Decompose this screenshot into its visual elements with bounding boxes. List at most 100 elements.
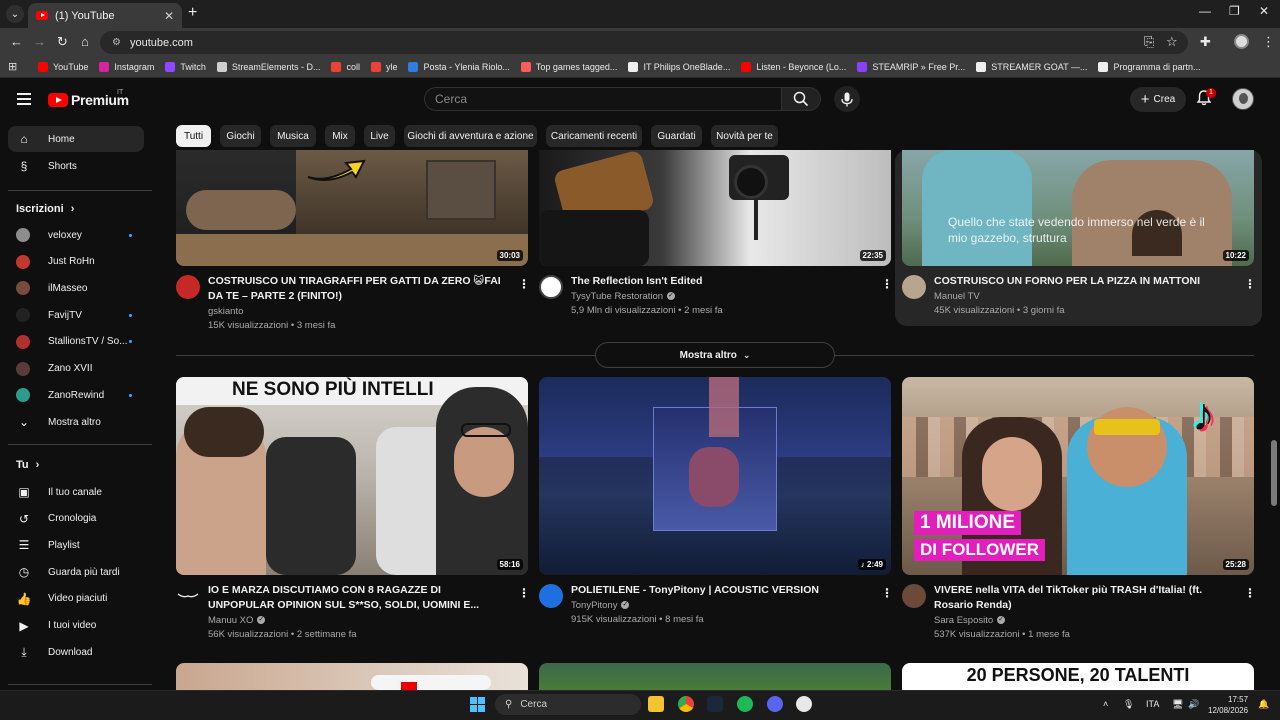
video-thumbnail[interactable]: ♪ 2:49 xyxy=(539,377,891,575)
channel-avatar[interactable] xyxy=(176,584,200,608)
video-title[interactable]: COSTRUISCO UN FORNO PER LA PIZZA IN MATT… xyxy=(934,274,1239,289)
language-indicator[interactable]: ITA xyxy=(1146,699,1159,709)
notification-center-icon[interactable]: 🔔 xyxy=(1258,699,1269,710)
bookmark-item[interactable]: StreamElements - D... xyxy=(216,61,320,72)
sidebar-item[interactable]: Just RoHn xyxy=(8,249,144,275)
tray-chevron-icon[interactable]: ˄ xyxy=(1103,699,1108,709)
show-more-button[interactable]: Mostra altro ⌄ xyxy=(595,342,835,368)
bookmark-item[interactable]: Programma di partn... xyxy=(1098,61,1201,72)
sidebar-item[interactable]: FavijTV xyxy=(8,302,144,328)
channel-name[interactable]: Manuu XO xyxy=(208,613,266,628)
home-button-icon[interactable]: ⌂ xyxy=(81,34,89,49)
channel-avatar[interactable] xyxy=(902,584,926,608)
volume-icon[interactable]: 🔊 xyxy=(1188,699,1199,710)
create-button[interactable]: + Crea xyxy=(1130,87,1186,112)
minimize-icon[interactable]: — xyxy=(1199,4,1211,18)
more-options-icon[interactable]: ⋮ xyxy=(1244,278,1256,290)
video-thumbnail[interactable] xyxy=(176,663,528,690)
sidebar-item[interactable]: ⌂ Home xyxy=(8,126,144,152)
steam-icon[interactable] xyxy=(707,696,723,712)
more-options-icon[interactable]: ⋮ xyxy=(881,587,893,599)
bookmark-item[interactable]: IT Philips OneBlade... xyxy=(628,61,730,72)
reload-icon[interactable]: ↻ xyxy=(57,34,68,50)
video-thumbnail[interactable] xyxy=(539,663,891,690)
address-bar[interactable]: ⚙ youtube.com xyxy=(100,31,1188,54)
taskbar-search[interactable]: ⚲ Cerca xyxy=(495,694,641,715)
tab-youtube[interactable]: (1) YouTube ✕ xyxy=(28,3,182,28)
chrome-icon[interactable] xyxy=(678,696,694,712)
video-thumbnail[interactable]: ♪ 1 MILIONE DI FOLLOWER 25:28 xyxy=(902,377,1254,575)
sidebar-item[interactable]: StallionsTV / So... xyxy=(8,329,144,355)
bookmark-item[interactable]: coll xyxy=(331,61,360,72)
network-icon[interactable]: 🖥 xyxy=(1172,699,1183,710)
filter-chip[interactable]: Giochi di avventura e azione xyxy=(404,125,537,147)
video-title[interactable]: COSTRUISCO UN TIRAGRAFFI PER GATTI DA ZE… xyxy=(208,274,508,304)
app-icon[interactable] xyxy=(796,696,812,712)
sidebar-item[interactable]: ▣ Il tuo canale xyxy=(8,479,144,505)
extensions-icon[interactable]: ✚ xyxy=(1200,34,1211,50)
channel-avatar[interactable] xyxy=(902,275,926,299)
video-thumbnail[interactable]: 30:03 xyxy=(176,150,528,266)
sidebar-item[interactable]: ⌄ Mostra altro xyxy=(8,409,144,435)
sidebar-item[interactable]: ☰ Playlist xyxy=(8,532,144,558)
sidebar-item[interactable]: veloxey xyxy=(8,222,144,248)
site-info-icon[interactable]: ⚙ xyxy=(112,37,121,48)
video-thumbnail[interactable]: NE SONO PIÙ INTELLI 58:16 xyxy=(176,377,528,575)
sidebar-item[interactable]: ZanoRewind xyxy=(8,382,144,408)
bookmark-star-icon[interactable]: ☆ xyxy=(1166,34,1178,50)
bookmark-item[interactable]: Instagram xyxy=(99,61,154,72)
video-title[interactable]: IO E MARZA DISCUTIAMO CON 8 RAGAZZE DI U… xyxy=(208,583,508,613)
apps-grid-icon[interactable]: ⊞ xyxy=(8,60,20,73)
sidebar-item[interactable]: 👍 Video piaciuti xyxy=(8,586,144,612)
sidebar-item[interactable]: ilMasseo xyxy=(8,275,144,301)
filter-chip[interactable]: Live xyxy=(364,125,395,147)
video-title[interactable]: The Reflection Isn't Edited xyxy=(571,274,876,289)
window-close-icon[interactable]: ✕ xyxy=(1259,4,1269,18)
video-title[interactable]: VIVERE nella VITA del TikToker più TRASH… xyxy=(934,583,1239,613)
bookmark-item[interactable]: YouTube xyxy=(38,61,88,72)
filter-chip[interactable]: Mix xyxy=(325,125,355,147)
filter-chip[interactable]: Tutti xyxy=(176,125,211,147)
more-options-icon[interactable]: ⋮ xyxy=(518,587,530,599)
channel-name[interactable]: TysyTube Restoration xyxy=(571,289,676,304)
tab-close-icon[interactable]: ✕ xyxy=(164,9,174,23)
microphone-tray-icon[interactable]: 🎙 xyxy=(1123,699,1134,710)
more-options-icon[interactable]: ⋮ xyxy=(1244,587,1256,599)
search-input[interactable]: Cerca xyxy=(424,87,781,111)
bookmark-item[interactable]: Listen - Beyonce (Lo... xyxy=(741,61,846,72)
channel-avatar[interactable] xyxy=(539,275,563,299)
video-thumbnail[interactable]: Quello che state vedendo immerso nel ver… xyxy=(902,150,1254,266)
channel-name[interactable]: gskianto xyxy=(208,305,243,319)
sidebar-item[interactable]: Zano XVII xyxy=(8,356,144,382)
sidebar-item[interactable]: ▶ I tuoi video xyxy=(8,613,144,639)
chrome-menu-icon[interactable]: ⋮ xyxy=(1262,34,1275,50)
restore-icon[interactable]: ❐ xyxy=(1229,4,1240,18)
you-section-header[interactable]: Tu › xyxy=(16,459,39,471)
bookmark-item[interactable]: Top games tagged... xyxy=(520,61,617,72)
bookmark-item[interactable]: Twitch xyxy=(165,61,206,72)
sidebar-item[interactable]: ◷ Guarda più tardi xyxy=(8,559,144,585)
sidebar-item[interactable]: ⤓ Download xyxy=(8,639,144,665)
new-tab-icon[interactable]: + xyxy=(188,4,197,22)
voice-search-button[interactable] xyxy=(834,86,860,112)
search-button[interactable] xyxy=(781,87,821,111)
more-options-icon[interactable]: ⋮ xyxy=(518,278,530,290)
file-explorer-icon[interactable] xyxy=(648,696,664,712)
more-options-icon[interactable]: ⋮ xyxy=(881,278,893,290)
discord-icon[interactable] xyxy=(767,696,783,712)
subscriptions-header[interactable]: Iscrizioni › xyxy=(16,203,74,215)
menu-icon[interactable] xyxy=(17,93,31,109)
filter-chip[interactable]: Musica xyxy=(270,125,316,147)
bookmark-item[interactable]: Posta - Ylenia Riolo... xyxy=(408,61,510,72)
page-scrollbar-thumb[interactable] xyxy=(1271,440,1277,506)
channel-avatar[interactable] xyxy=(539,584,563,608)
clock[interactable]: 17:57 12/08/2026 xyxy=(1208,694,1248,716)
channel-avatar[interactable] xyxy=(176,275,200,299)
video-thumbnail[interactable]: 20 PERSONE, 20 TALENTI xyxy=(902,663,1254,690)
bookmark-item[interactable]: STREAMER GOAT —... xyxy=(976,61,1087,72)
video-thumbnail[interactable]: 22:35 xyxy=(539,150,891,266)
sidebar-item[interactable]: ↺ Cronologia xyxy=(8,506,144,532)
back-icon[interactable]: ← xyxy=(10,34,23,49)
filter-chip[interactable]: Novità per te xyxy=(711,125,778,147)
spotify-icon[interactable] xyxy=(737,696,753,712)
